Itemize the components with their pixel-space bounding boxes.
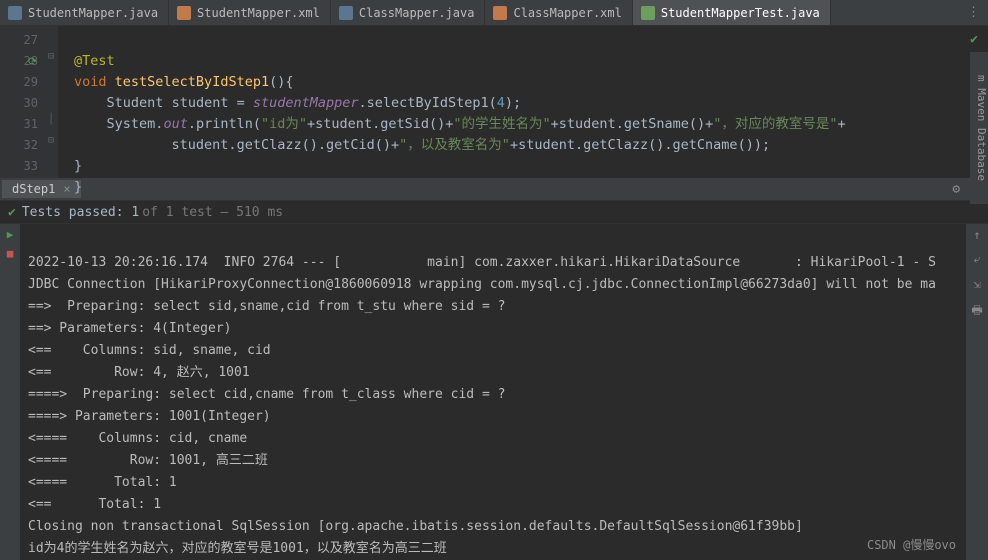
gear-icon[interactable]: ⚙ [952,182,960,197]
tab-studentmappertest-java[interactable]: StudentMapperTest.java [633,0,831,25]
close-icon[interactable]: × [63,182,70,196]
tab-studentmapper-xml[interactable]: StudentMapper.xml [169,0,331,25]
line-gutter: 27 28 29 30 31 32 33 ⟳ [0,26,44,178]
rerun-icon[interactable]: ▶ [7,228,14,241]
run-tab-dstep1[interactable]: dStep1× [2,180,81,198]
xml-icon [177,6,191,20]
console-output[interactable]: 2022-10-13 20:26:16.174 INFO 2764 --- [ … [20,224,966,560]
run-tabs: dStep1× ⚙ — [0,178,988,200]
console-panel: ▶ ■ 2022-10-13 20:26:16.174 INFO 2764 --… [0,224,988,560]
tests-detail-text: of 1 test – 510 ms [142,205,283,220]
right-sidebar[interactable]: m Maven Database [970,52,988,204]
check-icon: ✔ [8,205,16,220]
console-line: <==== Columns: cid, cname [28,431,247,446]
scroll-end-icon[interactable]: ⇲ [973,277,980,291]
print-icon[interactable]: 🖶 [971,301,982,322]
tab-classmapper-java[interactable]: ClassMapper.java [331,0,486,25]
console-line: JDBC Connection [HikariProxyConnection@1… [28,277,936,292]
console-line: ==> Preparing: select sid,sname,cid from… [28,299,505,314]
fold-icon[interactable]: ⊟ [44,135,58,156]
java-icon [8,6,22,20]
code-editor[interactable]: 27 28 29 30 31 32 33 ⟳ ⊟│⊟ @Test void te… [0,26,988,178]
tab-classmapper-xml[interactable]: ClassMapper.xml [485,0,632,25]
console-toolbar: ↑ ⤶ ⇲ 🖶 [966,224,988,560]
console-line: <== Row: 4, 赵六, 1001 [28,365,250,380]
java-icon [339,6,353,20]
watermark-text: CSDN @慢慢ovo [867,534,956,556]
test-icon [641,6,655,20]
soft-wrap-icon[interactable]: ⤶ [974,252,981,267]
tabs-overflow[interactable]: ⋮ [959,0,988,25]
console-line: id为4的学生姓名为赵六，对应的教室号是1001，以及教室名为高三二班 [28,541,447,556]
xml-icon [493,6,507,20]
code-area[interactable]: @Test void testSelectByIdStep1(){ Studen… [58,26,846,178]
test-status-bar: ✔ Tests passed: 1 of 1 test – 510 ms [0,200,988,224]
editor-tabs: StudentMapper.java StudentMapper.xml Cla… [0,0,988,26]
fold-icon[interactable]: ⊟ [44,51,58,72]
console-line: 2022-10-13 20:26:16.174 INFO 2764 --- [ … [28,255,936,270]
console-line: ====> Parameters: 1001(Integer) [28,409,271,424]
console-line: <==== Row: 1001, 高三二班 [28,453,268,468]
run-gutter-icon[interactable]: ⟳ [28,51,37,72]
console-line: <== Columns: sid, sname, cid [28,343,271,358]
console-line: <== Total: 1 [28,497,161,512]
fold-column: ⊟│⊟ [44,26,58,178]
stop-icon[interactable]: ■ [7,247,14,260]
console-line: Closing non transactional SqlSession [or… [28,519,803,534]
console-line: ====> Preparing: select cid,cname from t… [28,387,505,402]
analysis-ok-icon[interactable]: ✔ [970,32,978,47]
console-line: ==> Parameters: 4(Integer) [28,321,232,336]
run-sidebar: ▶ ■ [0,224,20,560]
tab-studentmapper-java[interactable]: StudentMapper.java [0,0,169,25]
console-line: <==== Total: 1 [28,475,177,490]
tests-passed-text: Tests passed: 1 [22,205,139,220]
dots-icon: ⋮ [967,5,980,20]
scroll-up-icon[interactable]: ↑ [973,228,980,242]
